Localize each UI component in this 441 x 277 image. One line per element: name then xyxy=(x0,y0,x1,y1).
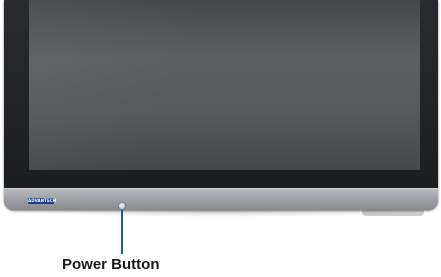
callout-line xyxy=(121,210,123,254)
power-button-label: Power Button xyxy=(62,256,160,273)
stand-shadow xyxy=(362,210,424,216)
brand-logo-text: ADVANTECH xyxy=(28,198,57,203)
bottom-bezel xyxy=(4,188,438,210)
monitor-body xyxy=(4,0,438,210)
monitor-diagram: ADVANTECH Power Button xyxy=(0,0,441,277)
brand-logo: ADVANTECH xyxy=(28,198,57,204)
power-button-icon xyxy=(119,203,125,209)
screen-sheen xyxy=(29,0,420,170)
